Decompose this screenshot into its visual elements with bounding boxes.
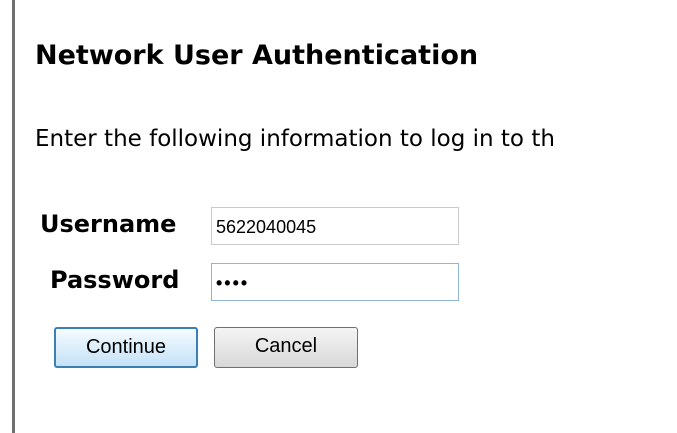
page-title: Network User Authentication [35, 40, 479, 71]
continue-button[interactable]: Continue [54, 327, 198, 368]
username-label: Username [40, 210, 177, 238]
username-input[interactable]: 5622040045 [211, 207, 459, 245]
auth-page: Network User Authentication Enter the fo… [0, 0, 677, 433]
instructions-text: Enter the following information to log i… [35, 126, 555, 152]
password-label: Password [50, 266, 180, 294]
password-input[interactable]: •••• [211, 263, 459, 301]
cancel-button[interactable]: Cancel [214, 327, 358, 368]
left-divider [12, 0, 15, 433]
